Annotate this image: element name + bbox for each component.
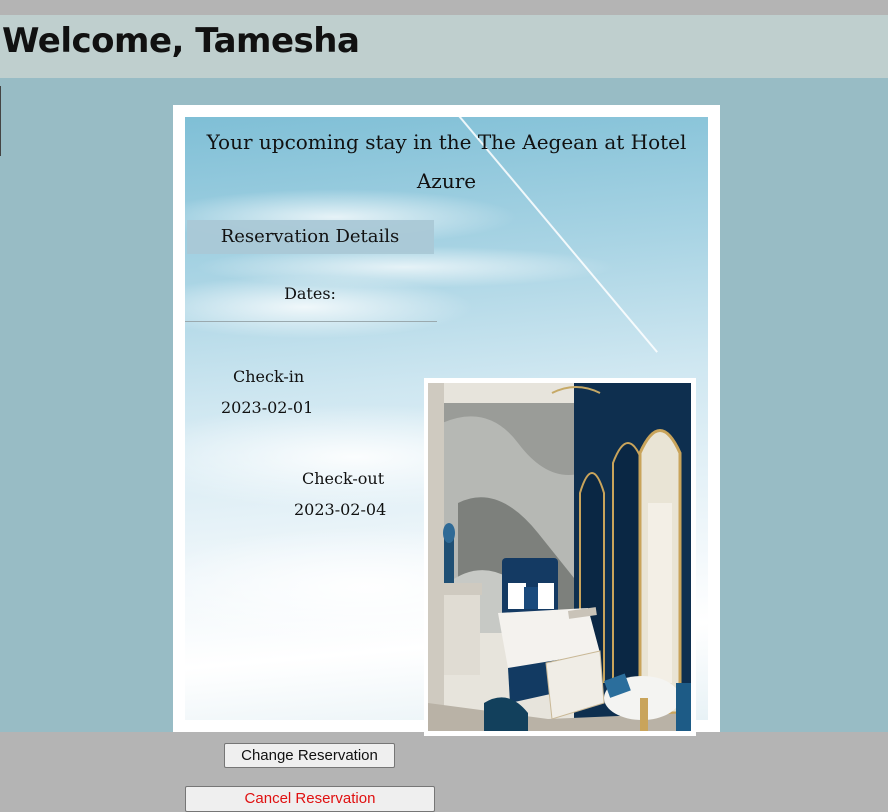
change-reservation-button[interactable]: Change Reservation bbox=[224, 743, 395, 768]
welcome-heading: Welcome, Tamesha bbox=[2, 21, 360, 61]
app-header: Welcome, Tamesha bbox=[0, 15, 888, 78]
check-out-date: 2023-02-04 bbox=[294, 500, 387, 519]
dates-divider bbox=[185, 321, 437, 322]
check-in-date: 2023-02-01 bbox=[221, 398, 314, 417]
reservation-card: Your upcoming stay in the The Aegean at … bbox=[173, 105, 720, 812]
main-content: Your upcoming stay in the The Aegean at … bbox=[0, 78, 888, 812]
dates-label: Dates: bbox=[284, 284, 336, 303]
reservation-details-heading: Reservation Details bbox=[220, 226, 400, 247]
check-out-label: Check-out bbox=[302, 469, 385, 488]
stay-title: Your upcoming stay in the The Aegean at … bbox=[206, 130, 687, 193]
cancel-reservation-button[interactable]: Cancel Reservation bbox=[185, 786, 435, 812]
edge-divider bbox=[0, 86, 1, 156]
room-photo bbox=[428, 383, 691, 731]
check-in-label: Check-in bbox=[233, 367, 305, 386]
